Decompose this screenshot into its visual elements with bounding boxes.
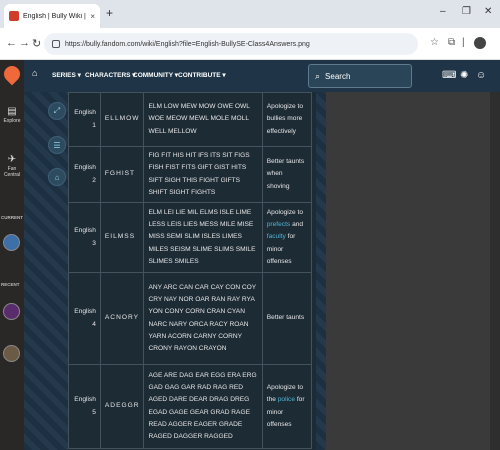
fandom-favicon-icon <box>9 11 19 21</box>
rocket-icon: ✈ <box>7 154 17 165</box>
table-row: English 1 ELLMOW ELM LOW MEW MOW OWE OWL… <box>68 92 313 147</box>
class-cell: English 2 <box>68 146 101 203</box>
url-text: https://bully.fandom.com/wiki/English?fi… <box>65 40 310 48</box>
letters-cell: EILMSS <box>99 202 145 273</box>
compass-icon: ▤ <box>7 106 17 117</box>
effect-cell: Apologize to the police for minor offens… <box>261 364 313 449</box>
search-label: Search <box>325 71 351 81</box>
page-scrollbar[interactable] <box>490 92 500 450</box>
expand-icon[interactable]: ⤢ <box>48 102 66 120</box>
site-info-icon[interactable] <box>52 40 60 48</box>
class-cell: English 5 <box>68 364 101 449</box>
minimize-button[interactable]: – <box>440 6 446 17</box>
words-cell: ANY ARC CAN CAR CAY CON COY CRY NAY NOR … <box>143 272 263 365</box>
table-row: English 5 ADEGGR AGE ARE DAG EAR EGG ERA… <box>68 364 313 449</box>
bookmark-star-icon[interactable]: ☆ <box>430 37 439 48</box>
back-arrow-icon[interactable]: ← <box>6 37 17 49</box>
letters-cell: FGHIST <box>99 146 145 203</box>
effect-text: Apologize to bullies more effectively <box>266 103 304 135</box>
effect-text: and <box>290 221 304 229</box>
nav-characters[interactable]: CHARACTERS ▾ <box>85 71 136 79</box>
lock-icon[interactable]: ⌂ <box>48 168 66 186</box>
right-rail <box>326 92 500 450</box>
explore-label: Explore <box>3 118 21 124</box>
effect-text: Apologize to <box>266 208 304 216</box>
explore-item[interactable]: ▤ Explore <box>0 106 24 124</box>
class-cell: English 3 <box>68 202 101 273</box>
table-of-contents-icon[interactable]: ☰ <box>48 136 66 154</box>
global-navigation: ▤ Explore ✈ Fan Central CURRENT RECENT <box>0 60 24 450</box>
words-cell: AGE ARE DAG EAR EGG ERA ERG GAD GAG GAR … <box>143 364 263 449</box>
letters-cell: ACNORY <box>99 272 145 365</box>
address-bar-row: ← → ↻ https://bully.fandom.com/wiki/Engl… <box>0 28 500 60</box>
divider-icon: | <box>462 37 465 48</box>
effect-text: Better taunts <box>266 314 305 322</box>
class-cell: English 1 <box>68 92 101 147</box>
wiki-logo-icon[interactable]: ⌂ <box>32 68 37 78</box>
table-row: English 3 EILMSS ELM LEI LIE MIL ELMS IS… <box>68 202 313 273</box>
words-cell: ELM LEI LIE MIL ELMS ISLE LIME LESS LEIS… <box>143 202 263 273</box>
profile-avatar[interactable] <box>474 37 486 49</box>
tab-close-icon[interactable]: × <box>90 12 95 21</box>
answers-table: English 1 ELLMOW ELM LOW MEW MOW OWE OWL… <box>68 92 313 449</box>
effect-cell: Better taunts <box>261 272 313 365</box>
letters-cell: ADEGGR <box>99 364 145 449</box>
page-tools: ⤢ ☰ ⌂ <box>48 102 68 192</box>
effect-cell: Better taunts when shoving <box>261 146 313 203</box>
url-field[interactable]: https://bully.fandom.com/wiki/English?fi… <box>44 33 418 55</box>
fandom-logo-icon[interactable] <box>0 62 24 86</box>
recent-wiki-avatar[interactable] <box>3 303 20 320</box>
nav-community[interactable]: COMMUNITY ▾ <box>133 71 178 79</box>
current-section-label: CURRENT <box>1 215 23 220</box>
user-account-icon[interactable]: ☺ <box>476 70 486 81</box>
extensions-icon[interactable]: ⧉ <box>448 37 455 48</box>
browser-tab[interactable]: English | Bully Wiki | Fandom × <box>4 4 100 28</box>
fan-central-item[interactable]: ✈ Fan Central <box>0 154 24 178</box>
fan-central-label: Fan Central <box>3 166 21 178</box>
faculty-link[interactable]: faculty <box>267 233 286 240</box>
recent-section-label: RECENT <box>1 282 20 287</box>
browser-tab-bar: English | Bully Wiki | Fandom × + – ❐ ✕ <box>0 0 500 28</box>
maximize-button[interactable]: ❐ <box>462 6 471 17</box>
table-row: English 2 FGHIST FIG FIT HIS HIT IFS ITS… <box>68 146 313 203</box>
wiki-header: ⌂ SERIES ▾ CHARACTERS ▾ COMMUNITY ▾ CONT… <box>24 60 500 92</box>
words-cell: FIG FIT HIS HIT IFS ITS SIT FIGS FISH FI… <box>143 146 263 203</box>
effect-cell: Apologize to prefects and faculty for mi… <box>261 202 313 273</box>
letters-cell: ELLMOW <box>99 92 145 147</box>
discussions-icon[interactable]: ⌨ <box>442 70 456 81</box>
search-icon: ⌕ <box>315 70 321 81</box>
close-window-button[interactable]: ✕ <box>484 6 492 17</box>
current-wiki-avatar[interactable] <box>3 234 20 251</box>
reload-icon[interactable]: ↻ <box>32 37 41 50</box>
effect-text: Better taunts when shoving <box>266 158 305 190</box>
search-button[interactable]: ⌕ Search <box>308 64 412 88</box>
nav-contribute[interactable]: CONTRIBUTE ▾ <box>178 71 226 79</box>
theme-toggle-icon[interactable]: ✺ <box>460 70 468 81</box>
nav-series[interactable]: SERIES ▾ <box>52 71 81 79</box>
words-cell: ELM LOW MEW MOW OWE OWL WOE MEOW MEWL MO… <box>143 92 263 147</box>
table-row: English 4 ACNORY ANY ARC CAN CAR CAY CON… <box>68 272 313 365</box>
tab-title: English | Bully Wiki | Fandom <box>23 12 86 20</box>
police-link[interactable]: police <box>278 396 295 403</box>
prefects-link[interactable]: prefects <box>267 221 290 228</box>
new-tab-button[interactable]: + <box>106 6 113 20</box>
forward-arrow-icon[interactable]: → <box>19 37 30 49</box>
recent-wiki-avatar-2[interactable] <box>3 345 20 362</box>
effect-cell: Apologize to bullies more effectively <box>261 92 313 147</box>
class-cell: English 4 <box>68 272 101 365</box>
